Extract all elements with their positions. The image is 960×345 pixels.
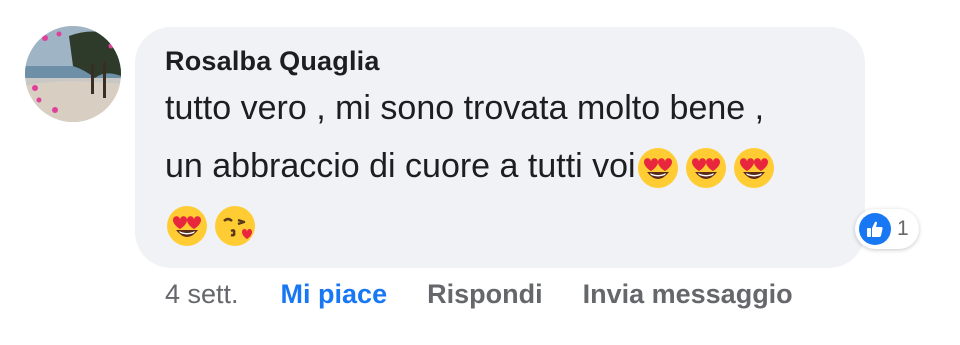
heart-eyes-emoji-icon bbox=[684, 146, 728, 190]
comment-text: un abbraccio di cuore a tutti voi bbox=[165, 147, 636, 185]
reply-button[interactable]: Rispondi bbox=[427, 279, 543, 310]
heart-eyes-emoji-icon bbox=[732, 146, 776, 190]
comment-author[interactable]: Rosalba Quaglia bbox=[165, 46, 380, 77]
comment-timestamp[interactable]: 4 sett. bbox=[165, 279, 239, 310]
like-button[interactable]: Mi piace bbox=[281, 279, 388, 310]
send-message-button[interactable]: Invia messaggio bbox=[583, 279, 793, 310]
comment-thread: Rosalba Quaglia tutto vero , mi sono tro… bbox=[0, 0, 960, 345]
beach-photo-icon bbox=[25, 26, 121, 122]
comment-actions: 4 sett. Mi piace Rispondi Invia messaggi… bbox=[165, 279, 793, 310]
heart-eyes-emoji-icon bbox=[636, 146, 680, 190]
kissing-heart-emoji-icon bbox=[213, 204, 257, 248]
avatar[interactable] bbox=[25, 26, 121, 122]
comment-text-line3 bbox=[165, 204, 261, 248]
like-icon bbox=[859, 213, 891, 245]
comment-text-line2: un abbraccio di cuore a tutti voi bbox=[165, 146, 780, 190]
comment-text-line1: tutto vero , mi sono trovata molto bene … bbox=[165, 89, 765, 127]
heart-eyes-emoji-icon bbox=[165, 204, 209, 248]
reaction-count: 1 bbox=[897, 217, 909, 240]
reaction-summary[interactable]: 1 bbox=[855, 209, 919, 249]
